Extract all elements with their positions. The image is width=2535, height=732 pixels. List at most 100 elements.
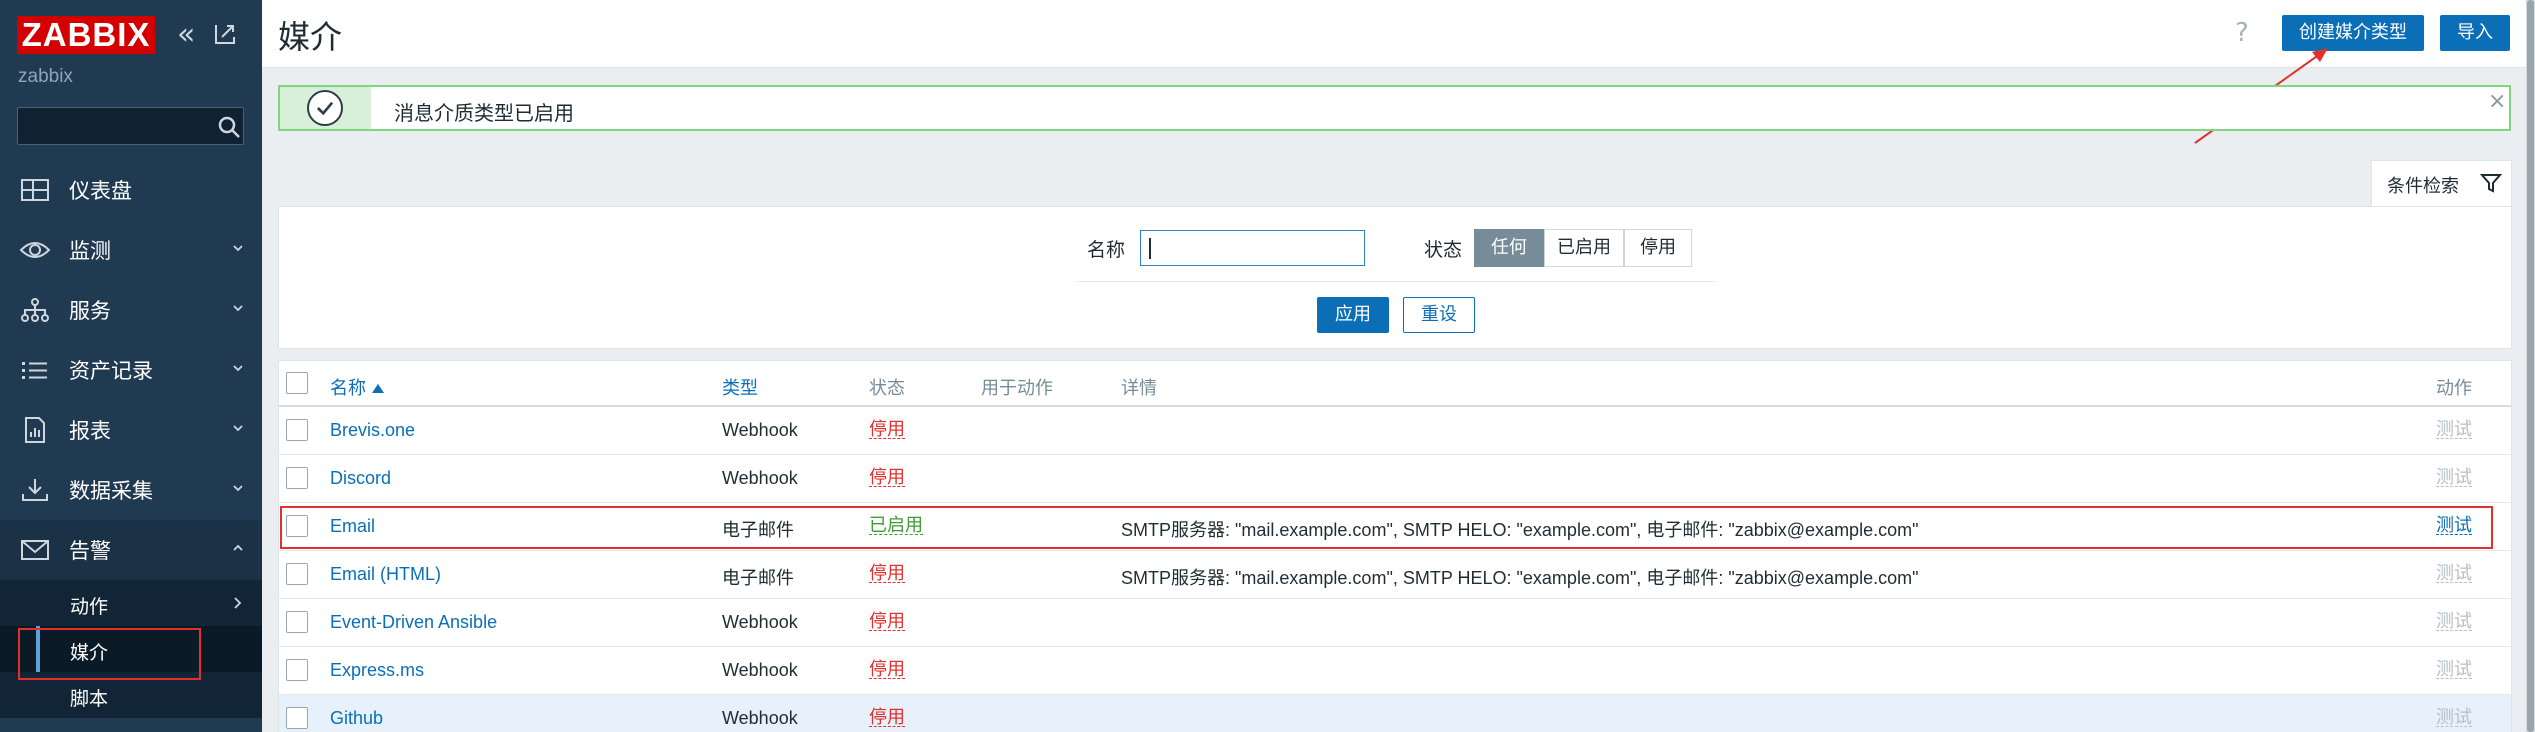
status-toggle[interactable]: 停用	[869, 612, 905, 631]
media-type-type: Webhook	[722, 468, 798, 488]
chevron-down-icon	[233, 305, 243, 312]
table-row: Brevis.one Webhook 停用 测试	[279, 407, 2511, 455]
filter-status-label: 状态	[1424, 239, 1463, 261]
media-type-details: SMTP服务器: "mail.example.com", SMTP HELO: …	[1121, 568, 1919, 588]
table-row: Discord Webhook 停用 测试	[279, 455, 2511, 503]
column-action-header: 动作	[2436, 378, 2472, 399]
media-type-type: Webhook	[722, 612, 798, 632]
chevron-down-icon	[233, 425, 243, 432]
status-toggle[interactable]: 停用	[869, 564, 905, 583]
row-checkbox[interactable]	[286, 419, 308, 441]
chevron-down-icon	[233, 245, 243, 252]
server-name: zabbix	[18, 66, 73, 87]
annotation-highlight-box	[280, 506, 2493, 549]
nav-label: 服务	[69, 299, 111, 323]
status-any-toggle[interactable]: 任何	[1474, 229, 1544, 267]
close-icon[interactable]: ×	[2488, 89, 2506, 114]
test-link[interactable]: 测试	[2436, 564, 2472, 583]
apply-button[interactable]: 应用	[1317, 297, 1389, 333]
nav-data-collection[interactable]: 数据采集	[0, 460, 262, 520]
page-scrollbar-thumb[interactable]	[2527, 0, 2534, 732]
status-enabled-toggle[interactable]: 已启用	[1544, 229, 1624, 267]
media-type-name-link[interactable]: Brevis.one	[330, 420, 415, 441]
search-icon[interactable]	[216, 114, 242, 140]
filter-tab[interactable]: 条件检索	[2371, 160, 2512, 206]
test-link[interactable]: 测试	[2436, 420, 2472, 439]
eye-icon	[19, 242, 51, 258]
media-type-type: Webhook	[722, 420, 798, 440]
status-toggle[interactable]: 停用	[869, 660, 905, 679]
chevron-up-icon	[233, 544, 243, 551]
row-checkbox[interactable]	[286, 467, 308, 489]
nav-services[interactable]: 服务	[0, 280, 262, 340]
collapse-sidebar-icon[interactable]: «	[177, 20, 195, 50]
subnav-label: 脚本	[70, 688, 109, 710]
test-link[interactable]: 测试	[2436, 708, 2472, 727]
message-text: 消息介质类型已启用	[394, 101, 574, 125]
nav-monitoring[interactable]: 监测	[0, 220, 262, 280]
subnav-actions[interactable]: 动作	[0, 580, 262, 626]
page-title: 媒介	[278, 18, 343, 56]
subnav-label: 动作	[70, 596, 109, 618]
annotation-highlight-box	[18, 628, 201, 680]
row-checkbox[interactable]	[286, 659, 308, 681]
filter-divider	[1076, 281, 1716, 282]
media-type-name-link[interactable]: Express.ms	[330, 660, 424, 681]
nav-alerts[interactable]: 告警	[0, 520, 262, 580]
media-type-type: 电子邮件	[722, 568, 794, 588]
media-type-name-link[interactable]: Email (HTML)	[330, 564, 441, 585]
media-type-type: Webhook	[722, 708, 798, 728]
chevron-down-icon	[233, 485, 243, 492]
row-checkbox[interactable]	[286, 611, 308, 633]
success-message: 消息介质类型已启用 ×	[278, 85, 2511, 131]
status-toggle[interactable]: 停用	[869, 708, 905, 727]
reset-button[interactable]: 重设	[1403, 297, 1475, 333]
chevron-right-icon	[234, 597, 242, 609]
services-icon	[21, 298, 49, 322]
status-toggle[interactable]: 停用	[869, 420, 905, 439]
zabbix-logo[interactable]: ZABBIX	[17, 16, 155, 54]
filter-panel: 名称 状态 任何 已启用 停用 应用 重设	[278, 206, 2512, 349]
row-checkbox[interactable]	[286, 563, 308, 585]
table-row: Email (HTML) 电子邮件 停用 SMTP服务器: "mail.exam…	[279, 551, 2511, 599]
status-disabled-toggle[interactable]: 停用	[1624, 229, 1692, 267]
column-details-header: 详情	[1121, 378, 1157, 399]
test-link[interactable]: 测试	[2436, 468, 2472, 487]
download-icon	[22, 479, 48, 501]
table-row: Express.ms Webhook 停用 测试	[279, 647, 2511, 695]
table-row: Event-Driven Ansible Webhook 停用 测试	[279, 599, 2511, 647]
report-icon	[25, 417, 45, 443]
nav-dashboard[interactable]: 仪表盘	[0, 160, 262, 220]
nav-label: 资产记录	[69, 359, 153, 383]
media-type-name-link[interactable]: Github	[330, 708, 383, 729]
nav-label: 数据采集	[69, 479, 153, 503]
column-used-in-actions-header: 用于动作	[981, 378, 1053, 399]
column-name-label: 名称	[330, 378, 366, 399]
import-button[interactable]: 导入	[2440, 15, 2510, 51]
table-header: 名称 类型 状态 用于动作 详情 动作	[279, 361, 2511, 407]
chevron-down-icon	[233, 365, 243, 372]
column-status-header: 状态	[869, 378, 905, 399]
kiosk-mode-icon[interactable]	[213, 22, 237, 46]
table-row: Github Webhook 停用 测试	[279, 695, 2511, 732]
test-link[interactable]: 测试	[2436, 660, 2472, 679]
filter-name-input[interactable]	[1140, 230, 1365, 266]
envelope-icon	[21, 540, 49, 560]
column-type-header[interactable]: 类型	[722, 374, 758, 400]
nav-label: 告警	[69, 539, 111, 563]
sidebar-search-input[interactable]	[17, 107, 244, 145]
nav-reports[interactable]: 报表	[0, 400, 262, 460]
nav-inventory[interactable]: 资产记录	[0, 340, 262, 400]
status-toggle[interactable]: 停用	[869, 468, 905, 487]
nav-label: 仪表盘	[69, 179, 132, 203]
nav-label: 监测	[69, 239, 111, 263]
column-name-header[interactable]: 名称	[330, 374, 384, 400]
row-checkbox[interactable]	[286, 707, 308, 729]
media-type-name-link[interactable]: Event-Driven Ansible	[330, 612, 497, 633]
nav-label: 报表	[69, 419, 111, 443]
select-all-checkbox[interactable]	[286, 372, 308, 394]
media-type-name-link[interactable]: Discord	[330, 468, 391, 489]
dashboard-icon	[21, 179, 49, 201]
test-link[interactable]: 测试	[2436, 612, 2472, 631]
filter-name-label: 名称	[1087, 239, 1126, 261]
